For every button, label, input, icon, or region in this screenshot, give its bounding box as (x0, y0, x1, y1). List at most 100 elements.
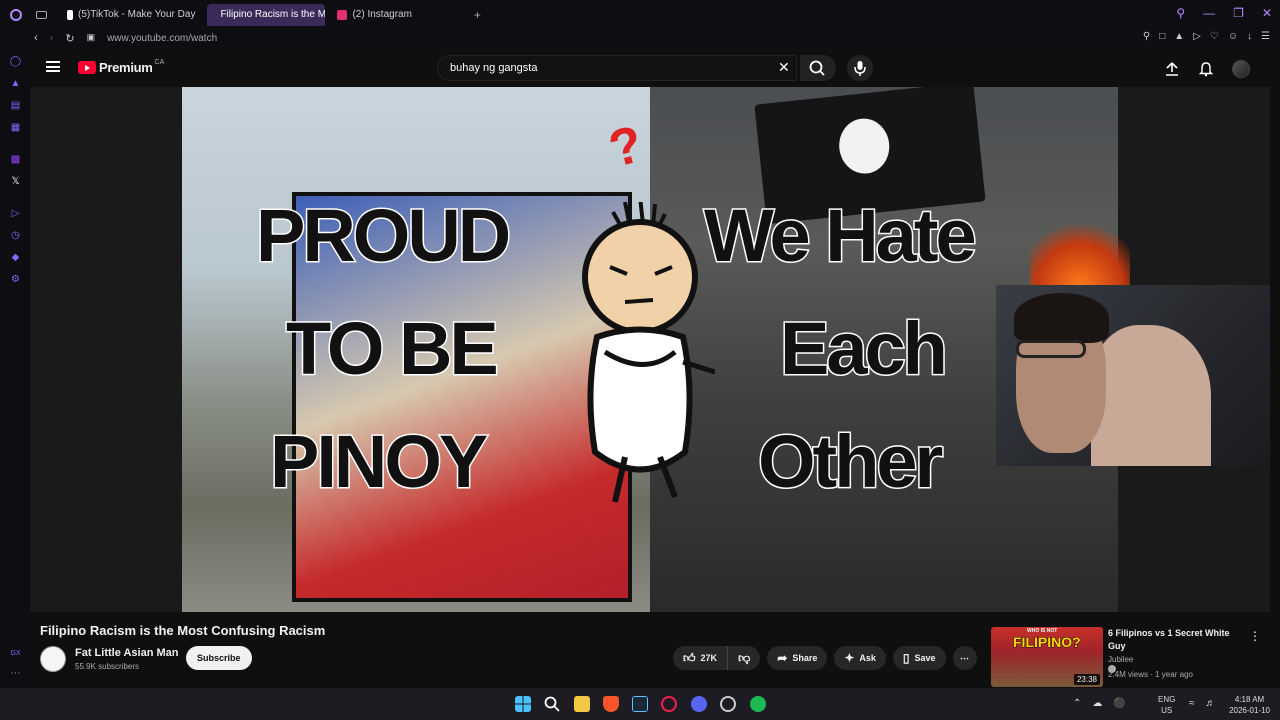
clock[interactable]: 4:18 AM 2026-01-10 (1229, 694, 1270, 716)
bookmark-icon: ▯ (902, 651, 910, 665)
share-button[interactable]: ➦ Share (767, 646, 828, 670)
twitch-icon[interactable]: ▩ (9, 153, 22, 166)
maximize-button[interactable]: ❐ (1233, 6, 1244, 20)
thumb-text-to-be: TO BE (285, 307, 501, 390)
menu-icon[interactable]: ☰ (1261, 31, 1270, 42)
shield-icon[interactable]: ▲ (1174, 31, 1184, 42)
instagram-icon (337, 9, 348, 20)
taskbar-search-icon[interactable] (544, 696, 560, 712)
file-explorer-icon[interactable] (574, 696, 590, 712)
window-controls: ⚲ — ❐ ✕ (1176, 6, 1272, 20)
video-player[interactable]: ? PROUD TO BE PINOY We Hate Each Other (30, 87, 1270, 612)
account-avatar[interactable] (1232, 60, 1250, 78)
lang-secondary: US (1161, 706, 1173, 715)
save-button[interactable]: ▯ Save (892, 646, 946, 670)
cartoon-character (582, 202, 715, 503)
play-icon[interactable]: ▷ (1193, 31, 1201, 42)
profile-icon[interactable]: ☺ (1228, 31, 1238, 42)
mic-tray-icon[interactable]: ⚫ (1113, 698, 1125, 709)
spotify-icon[interactable] (750, 696, 766, 712)
close-window-button[interactable]: ✕ (1262, 6, 1272, 20)
language-indicator[interactable]: ENG US (1158, 694, 1175, 716)
cloud-icon[interactable]: ☁ (1092, 698, 1102, 709)
recommended-title[interactable]: 6 Filipinos vs 1 Secret White Guy (1108, 627, 1238, 653)
steam-icon[interactable] (632, 696, 648, 712)
opera-gx-icon[interactable] (661, 696, 677, 712)
network-volume-tray: ≈ ♬ (1189, 698, 1216, 709)
system-tray: ⌃ ☁ ⚫ (1073, 698, 1126, 709)
forward-icon[interactable]: › (50, 32, 54, 45)
thumb-text-proud: PROUD (254, 194, 512, 277)
browser-tab-bar: (5)TikTok - Make Your Day Filipino Racis… (0, 0, 1280, 29)
more-actions-button[interactable]: ⋯ (952, 646, 977, 670)
like-count: 27K (700, 653, 718, 663)
notifications-bell-icon[interactable] (1198, 61, 1214, 77)
thumbs-down-icon: 👎︎ (738, 650, 751, 665)
discord-icon[interactable] (691, 696, 707, 712)
search-input[interactable]: buhay ng gangsta (437, 55, 797, 81)
logo-text: Premium (99, 60, 153, 75)
aria-icon[interactable]: ◯ (9, 55, 22, 68)
thumb-text-we-hate: We Hate (703, 194, 979, 277)
sidebar-more-icon[interactable]: ⋯ (9, 667, 22, 680)
brave-icon[interactable] (603, 696, 619, 712)
voice-search-button[interactable] (847, 55, 873, 81)
tab-label: (2) Instagram (352, 9, 412, 20)
share-icon: ➦ (777, 651, 788, 665)
nav-buttons: ‹ › ↻ ▣ (34, 32, 95, 45)
address-bar: ‹ › ↻ ▣ www.youtube.com/watch ⚲ □ ▲ ▷ ♡ … (0, 29, 1280, 47)
tab-youtube-active[interactable]: Filipino Racism is the Most (207, 3, 326, 26)
like-button[interactable]: 👍︎ 27K (673, 646, 728, 670)
reload-icon[interactable]: ↻ (65, 32, 74, 45)
rec-channel-name: Jubilee (1108, 655, 1134, 664)
new-tab-button[interactable]: + (474, 8, 481, 22)
thumb-text-pinoy: PINOY (268, 420, 489, 503)
tab-instagram[interactable]: (2) Instagram (329, 4, 419, 26)
webcam-person-hair (1014, 293, 1109, 343)
youtube-play-icon (78, 61, 96, 74)
download-icon[interactable]: ↓ (1247, 31, 1252, 42)
recommended-thumbnail[interactable]: WHO IS NOT FILIPINO? 23:38 (991, 627, 1103, 687)
channel-name[interactable]: Fat Little Asian Man (75, 647, 179, 659)
upload-icon[interactable] (1164, 61, 1180, 77)
lang-primary: ENG (1158, 695, 1176, 704)
m-icon[interactable]: ▦ (9, 121, 22, 134)
tab-menu-icon[interactable] (36, 10, 47, 19)
more-vertical-icon[interactable]: ⋮ (1249, 629, 1261, 643)
settings-gear-icon[interactable]: ⚙ (9, 273, 22, 286)
dislike-button[interactable]: 👎︎ (727, 646, 761, 670)
opera-logo-icon[interactable] (10, 8, 22, 21)
back-icon[interactable]: ‹ (34, 32, 38, 45)
pin-icon[interactable]: ⚲ (1143, 31, 1150, 42)
youtube-premium-logo[interactable]: Premium CA (78, 59, 164, 75)
tab-label: (5)TikTok - Make Your Day (78, 9, 196, 20)
extensions-icon[interactable]: ◆ (9, 251, 22, 264)
hamburger-menu-icon[interactable] (46, 61, 60, 72)
tab-tiktok[interactable]: (5)TikTok - Make Your Day (59, 4, 203, 26)
recommended-meta: 2.4M views · 1 year ago (1108, 670, 1193, 679)
rec-thumb-main-text: FILIPINO? (1013, 634, 1082, 651)
windows-start-icon[interactable] (515, 696, 531, 712)
history-icon[interactable]: ◷ (9, 229, 22, 242)
wifi-icon[interactable]: ≈ (1189, 698, 1195, 709)
snapshot-icon[interactable]: □ (1159, 31, 1165, 42)
minimize-button[interactable]: — (1203, 6, 1215, 20)
ask-button[interactable]: ✦ Ask (834, 646, 886, 670)
player-icon[interactable]: ▷ (9, 207, 22, 220)
heart-icon[interactable]: ♡ (1210, 31, 1219, 42)
x-icon[interactable]: 𝕏 (9, 175, 22, 188)
clear-search-icon[interactable]: ✕ (778, 59, 790, 76)
search-button[interactable] (800, 55, 836, 81)
tiktok-icon (67, 9, 73, 20)
subscribe-button[interactable]: Subscribe (186, 646, 252, 670)
messenger-icon[interactable]: ▤ (9, 99, 22, 112)
store-icon[interactable]: ▲ (9, 77, 22, 90)
app-icon[interactable] (720, 696, 736, 712)
search-tabs-icon[interactable]: ⚲ (1176, 6, 1185, 20)
chevron-up-icon[interactable]: ⌃ (1073, 698, 1081, 709)
gx-icon[interactable]: GX (9, 647, 22, 660)
volume-icon[interactable]: ♬ (1206, 698, 1216, 709)
url-field[interactable]: www.youtube.com/watch (107, 33, 217, 44)
channel-avatar[interactable] (40, 646, 66, 672)
webcam-overlay (996, 285, 1270, 466)
